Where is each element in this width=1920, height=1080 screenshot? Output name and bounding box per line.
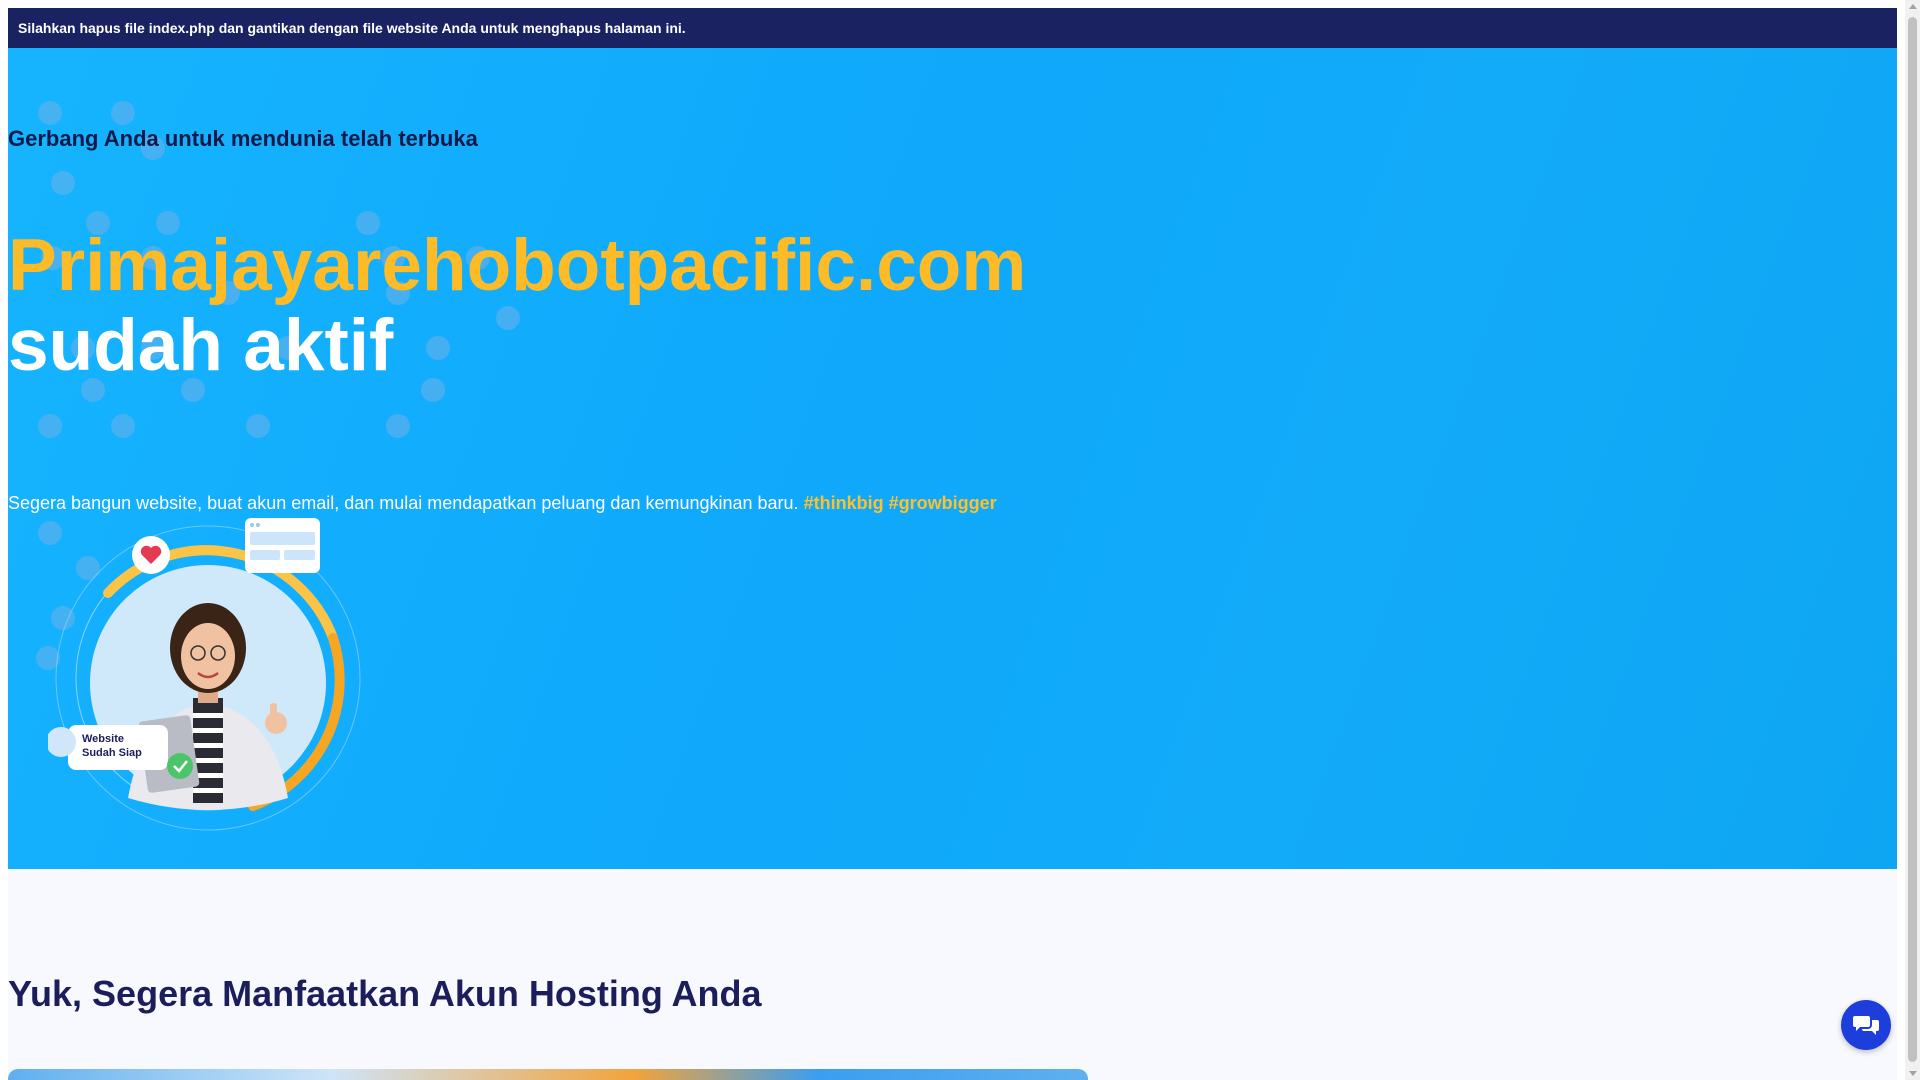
badge-line2: Sudah Siap — [82, 747, 142, 759]
vertical-scrollbar[interactable] — [1905, 0, 1920, 1080]
chat-button[interactable] — [1841, 1000, 1891, 1050]
hosting-section: Yuk, Segera Manfaatkan Akun Hosting Anda — [8, 869, 1897, 1080]
scroll-up-arrow-icon[interactable] — [1909, 4, 1917, 9]
domain-status: sudah aktif — [8, 305, 394, 386]
page: Silahkan hapus file index.php dan gantik… — [8, 8, 1897, 1080]
badge-line1: Website — [82, 733, 124, 745]
domain-name: Primajayarehobotpacific.com — [8, 225, 1027, 306]
notice-bar: Silahkan hapus file index.php dan gantik… — [8, 8, 1897, 48]
scroll-down-arrow-icon[interactable] — [1909, 1071, 1917, 1076]
chat-icon — [1853, 1016, 1879, 1035]
hero-title: Primajayarehobotpacific.com sudah aktif — [8, 226, 1026, 386]
scroll-thumb[interactable] — [1908, 17, 1917, 1062]
hero-subtitle: Gerbang Anda untuk mendunia telah terbuk… — [8, 126, 478, 151]
heart-bubble — [132, 536, 170, 574]
section-image-card — [8, 1069, 1088, 1080]
section-title: Yuk, Segera Manfaatkan Akun Hosting Anda — [8, 973, 762, 1014]
hero-section: Gerbang Anda untuk mendunia telah terbuk… — [8, 48, 1897, 869]
browser-card — [245, 518, 320, 573]
hero-hashtags: #thinkbig #growbigger — [803, 493, 997, 513]
notice-text: Silahkan hapus file index.php dan gantik… — [18, 20, 686, 36]
website-ready-illustration: Website Sudah Siap — [48, 518, 361, 831]
